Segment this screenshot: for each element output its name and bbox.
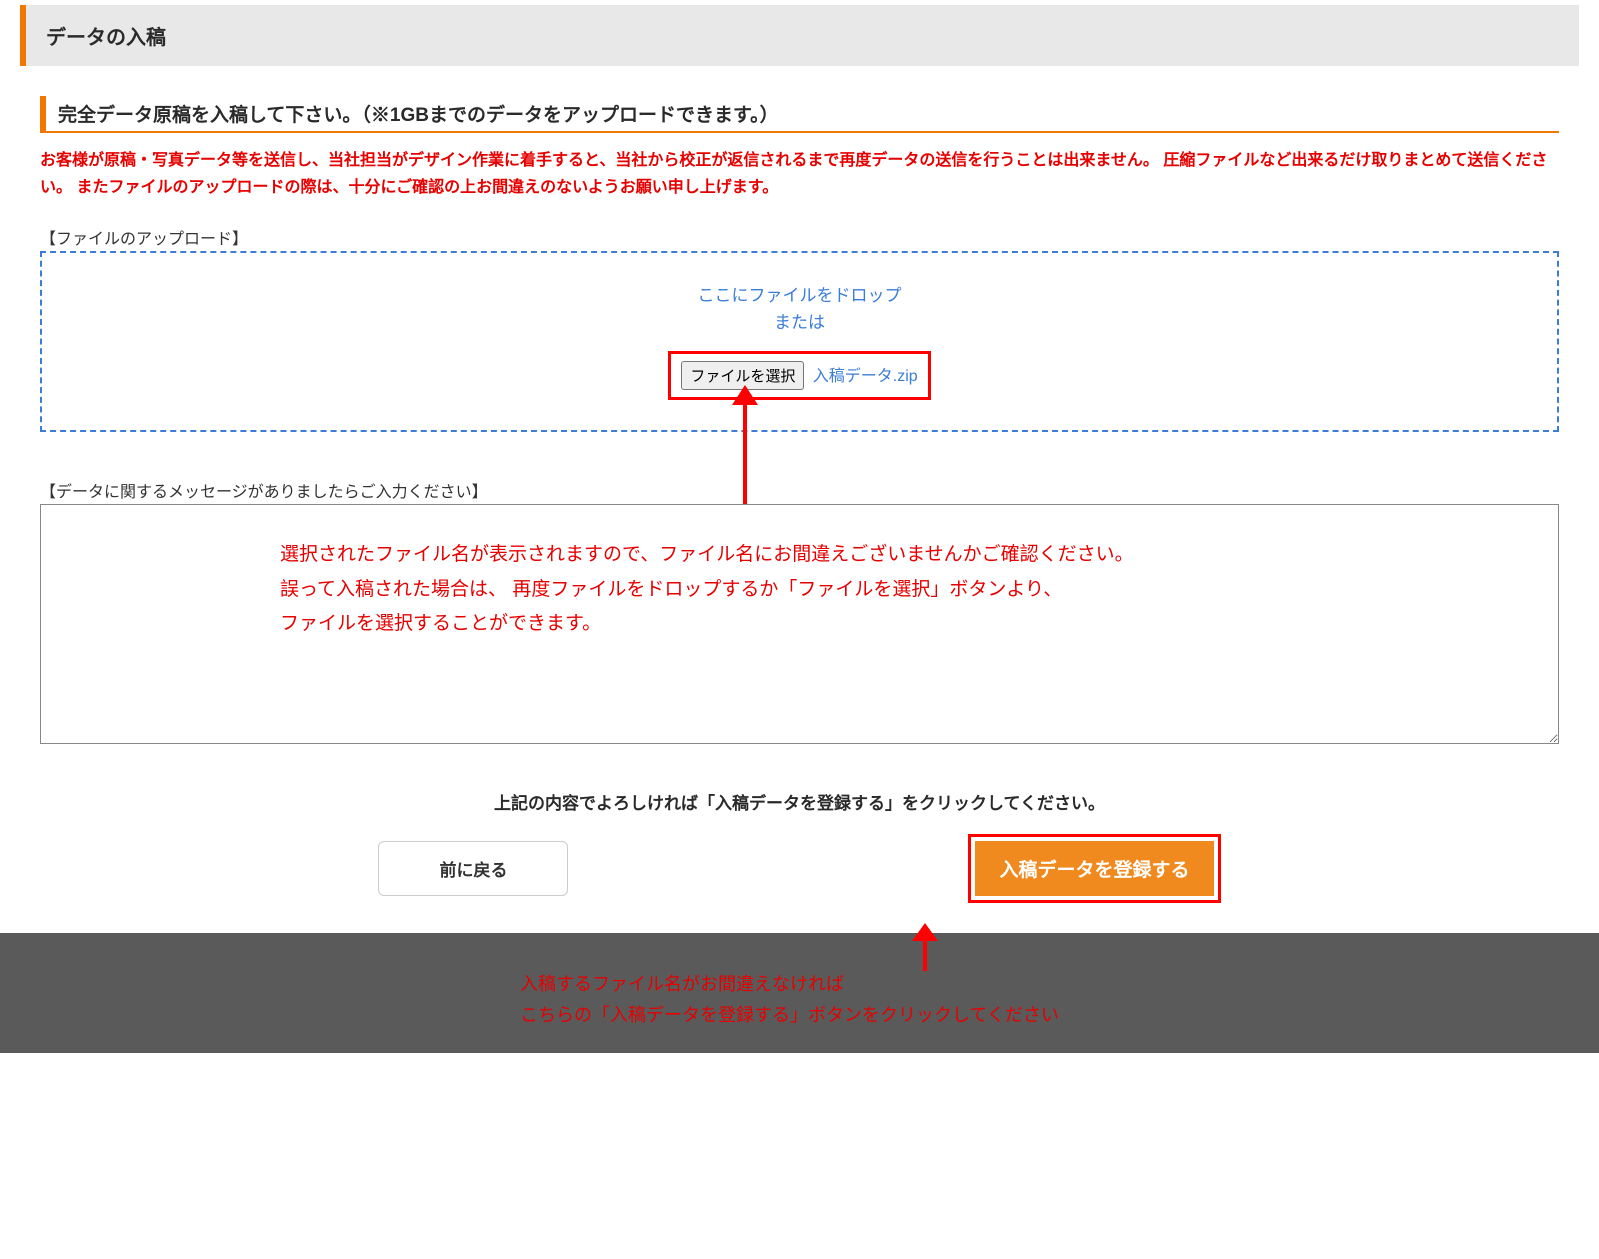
page-header: データの入稿 — [20, 5, 1579, 66]
annotation-line: こちらの「入稿データを登録する」ボタンをクリックしてください — [520, 1000, 1059, 1031]
message-fieldset-label: 【データに関するメッセージがありましたらご入力ください】 — [40, 478, 1559, 502]
dropzone-instruction: ここにファイルをドロップ — [52, 281, 1547, 306]
section-title: 完全データ原稿を入稿して下さい。（※1GBまでのデータをアップロードできます。） — [58, 100, 1559, 127]
submit-prompt: 上記の内容でよろしければ「入稿データを登録する」をクリックしてください。 — [40, 789, 1559, 814]
warning-text: お客様が原稿・写真データ等を送信し、当社担当がデザイン作業に着手すると、当社から… — [40, 147, 1559, 201]
footer: 入稿するファイル名がお間違えなければ こちらの「入稿データを登録する」ボタンをク… — [0, 933, 1599, 1053]
annotation-arrow-icon — [900, 923, 950, 973]
file-select-highlight: ファイルを選択 入稿データ.zip — [668, 351, 930, 400]
section-header: 完全データ原稿を入稿して下さい。（※1GBまでのデータをアップロードできます。） — [40, 96, 1559, 133]
message-textarea[interactable] — [40, 504, 1559, 744]
submit-button-highlight: 入稿データを登録する — [968, 834, 1220, 903]
page-title: データの入稿 — [46, 21, 1559, 50]
submit-button[interactable]: 入稿データを登録する — [975, 841, 1213, 896]
upload-fieldset-label: 【ファイルのアップロード】 — [40, 225, 1559, 249]
dropzone-or: または — [52, 308, 1547, 333]
selected-filename: 入稿データ.zip — [813, 368, 918, 385]
annotation-submit: 入稿するファイル名がお間違えなければ こちらの「入稿データを登録する」ボタンをク… — [520, 969, 1059, 1030]
annotation-line: 入稿するファイル名がお間違えなければ — [520, 969, 1059, 1000]
file-dropzone[interactable]: ここにファイルをドロップ または ファイルを選択 入稿データ.zip — [40, 251, 1559, 432]
back-button[interactable]: 前に戻る — [378, 841, 568, 896]
